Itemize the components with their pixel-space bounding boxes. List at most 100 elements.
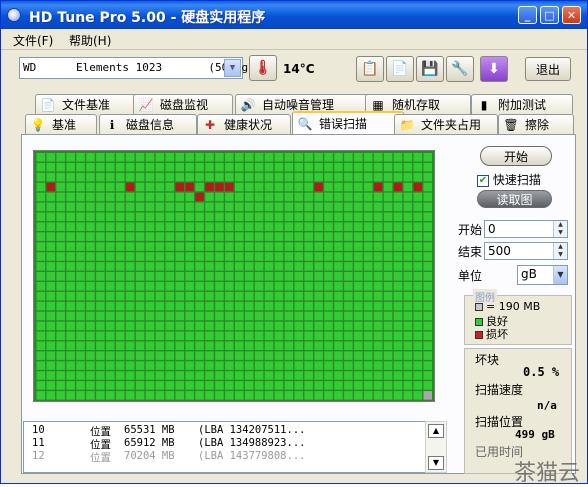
chevron-down-icon[interactable]: ▼ bbox=[224, 59, 241, 77]
block-good bbox=[244, 172, 254, 182]
spin-arrows-icon[interactable]: ▲ ▼ bbox=[553, 243, 567, 259]
info-icon: ℹ bbox=[109, 117, 115, 132]
scroll-up-icon[interactable]: ▲ bbox=[428, 424, 444, 438]
menu-help[interactable]: 帮助(H) bbox=[65, 31, 115, 50]
maximize-button[interactable]: □ bbox=[540, 6, 559, 24]
tab-bottom-1[interactable]: 💡 基准 bbox=[25, 114, 97, 134]
block-good bbox=[205, 321, 214, 331]
block-good bbox=[393, 341, 403, 351]
spin-arrows-icon[interactable]: ▲ ▼ bbox=[553, 221, 567, 237]
block-good bbox=[125, 152, 135, 162]
tab-bottom-4[interactable]: 🔍 错误扫描 bbox=[292, 111, 404, 134]
block-good bbox=[106, 351, 115, 360]
block-good bbox=[234, 242, 244, 251]
block-good bbox=[56, 252, 65, 261]
chevron-down-icon[interactable]: ▼ bbox=[553, 266, 567, 284]
unit-select[interactable]: gB ▼ bbox=[517, 265, 568, 285]
tab-top-1[interactable]: 📄 文件基准 bbox=[35, 94, 143, 114]
tab-top-2[interactable]: 📈 磁盘监视 bbox=[133, 94, 233, 114]
block-good bbox=[215, 152, 224, 162]
checkbox-checked-icon[interactable]: ✔ bbox=[477, 174, 489, 187]
block-good bbox=[304, 212, 313, 222]
block-good bbox=[165, 281, 175, 291]
block-good bbox=[324, 361, 333, 370]
options-button[interactable]: 🔧 bbox=[446, 56, 474, 82]
block-good bbox=[383, 291, 393, 301]
block-good bbox=[225, 212, 234, 222]
end-position-input[interactable]: 500 ▲ ▼ bbox=[484, 242, 568, 260]
block-good bbox=[135, 232, 145, 241]
tab-bottom-6[interactable]: 🗑 擦除 bbox=[498, 114, 574, 134]
scroll-down-icon[interactable]: ▼ bbox=[428, 456, 444, 470]
close-button[interactable]: ✕ bbox=[562, 6, 581, 24]
block-good bbox=[165, 192, 175, 202]
block-good bbox=[373, 361, 383, 370]
block-good bbox=[413, 272, 423, 281]
block-good bbox=[373, 391, 383, 400]
block-good bbox=[234, 361, 244, 370]
block-good bbox=[36, 172, 46, 182]
tab-label: 磁盘监视 bbox=[160, 98, 209, 112]
read-map-button[interactable]: 读取图 bbox=[477, 190, 552, 208]
block-good bbox=[344, 182, 353, 192]
block-good bbox=[106, 321, 115, 331]
start-scan-button[interactable]: 开始 bbox=[480, 146, 552, 166]
tab-bottom-3[interactable]: ✚ 健康状况 bbox=[197, 114, 291, 134]
block-good bbox=[66, 381, 75, 390]
block-good bbox=[225, 272, 234, 281]
block-good bbox=[284, 291, 294, 301]
block-good bbox=[304, 311, 313, 321]
download-button[interactable]: ⬇ bbox=[480, 56, 508, 82]
log-scrollbar[interactable]: ▲ ▼ bbox=[425, 421, 447, 473]
copy-text-button[interactable]: 📋 bbox=[356, 56, 384, 82]
block-good bbox=[254, 331, 264, 341]
quick-scan-checkbox[interactable]: ✔ 快速扫描 bbox=[477, 171, 541, 188]
copy-screenshot-button[interactable]: 📄 bbox=[386, 56, 414, 82]
block-good bbox=[106, 242, 115, 251]
menu-file[interactable]: 文件(F) bbox=[9, 31, 57, 50]
tab-bottom-2[interactable]: ℹ 磁盘信息 bbox=[99, 114, 197, 134]
block-good bbox=[264, 192, 274, 202]
block-good bbox=[66, 391, 75, 400]
block-good bbox=[185, 301, 194, 311]
block-good bbox=[225, 222, 234, 231]
block-good bbox=[383, 272, 393, 281]
exit-button[interactable]: 退出 bbox=[525, 57, 571, 81]
block-good bbox=[165, 301, 175, 311]
temperature-button[interactable]: 🌡 bbox=[249, 55, 277, 81]
block-good bbox=[125, 232, 135, 241]
block-good bbox=[304, 262, 313, 271]
block-good bbox=[304, 252, 313, 261]
minimize-button[interactable]: _ bbox=[518, 6, 537, 24]
block-good bbox=[76, 291, 85, 301]
block-good bbox=[86, 262, 95, 271]
block-good bbox=[106, 172, 115, 182]
block-good bbox=[423, 341, 433, 351]
tab-bottom-5[interactable]: 📁 文件夹占用 bbox=[394, 114, 498, 134]
block-good bbox=[304, 321, 313, 331]
block-good bbox=[175, 371, 184, 380]
error-log-list[interactable]: 10 位置 65531 MB (LBA 134207511... 11 位置 65912 M… bbox=[23, 421, 447, 473]
tab-top-5[interactable]: ▮ 附加测试 bbox=[471, 94, 573, 114]
block-good bbox=[225, 252, 234, 261]
block-good bbox=[56, 351, 65, 360]
block-good bbox=[334, 291, 343, 301]
block-good bbox=[304, 192, 313, 202]
start-position-input[interactable]: 0 ▲ ▼ bbox=[484, 220, 568, 238]
block-good bbox=[135, 361, 145, 370]
block-good bbox=[66, 212, 75, 222]
title-bar[interactable]: HD Tune Pro 5.00 - 硬盘实用程序 _ □ ✕ bbox=[1, 1, 587, 29]
block-good bbox=[334, 311, 343, 321]
block-good bbox=[66, 272, 75, 281]
tab-label: 错误扫描 bbox=[319, 117, 368, 131]
save-button[interactable]: 💾 bbox=[416, 56, 444, 82]
block-good bbox=[244, 331, 254, 341]
scan-block-map bbox=[33, 150, 435, 402]
block-good bbox=[56, 331, 65, 341]
block-good bbox=[314, 311, 323, 321]
block-good bbox=[264, 301, 274, 311]
block-good bbox=[145, 222, 155, 231]
block-good bbox=[125, 291, 135, 301]
drive-select[interactable]: WD Elements 1023 (500 gB) ▼ bbox=[19, 57, 261, 79]
block-good bbox=[145, 301, 155, 311]
